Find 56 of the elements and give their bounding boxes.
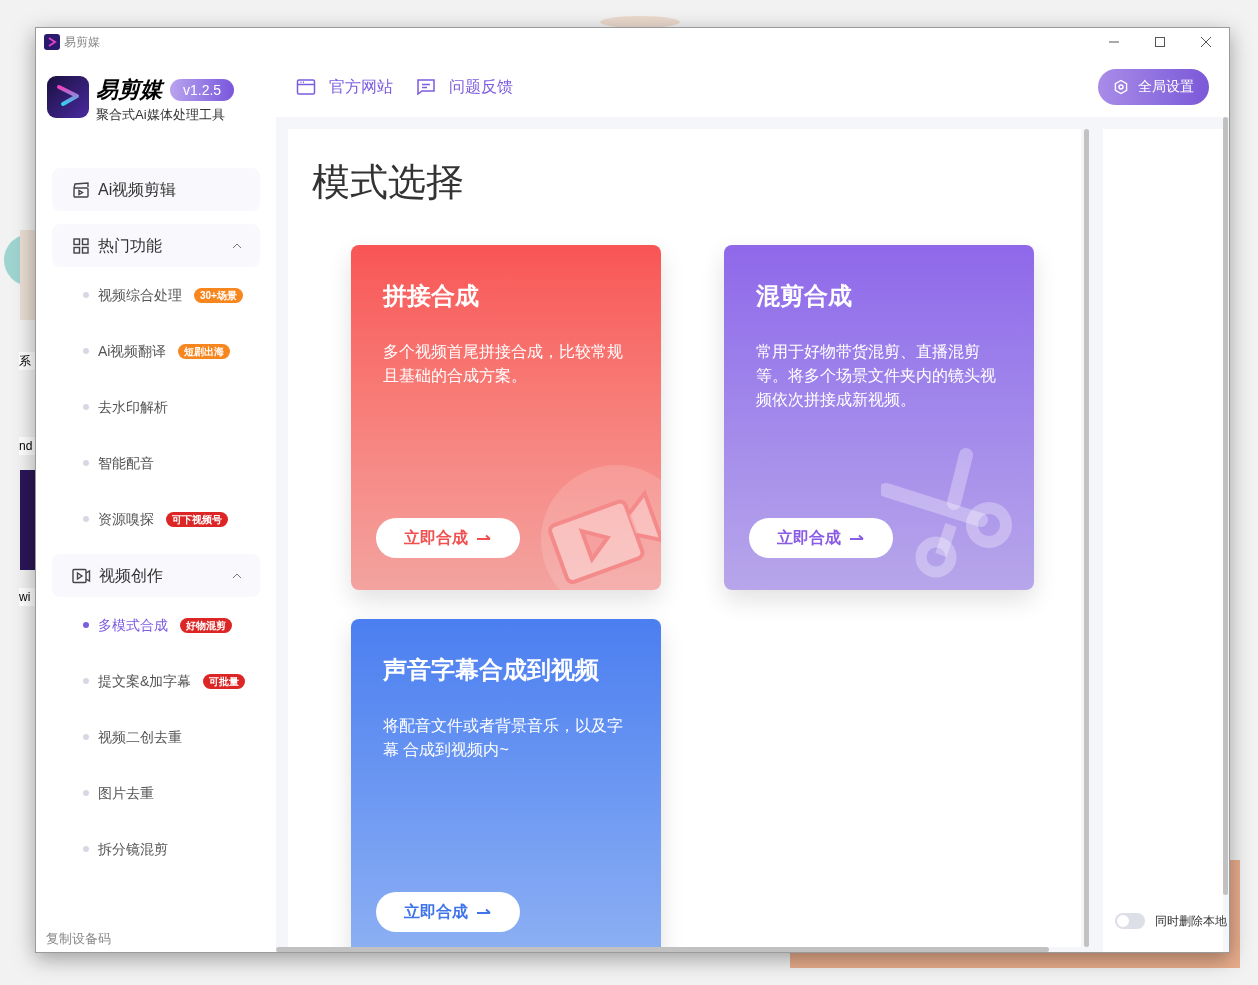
video-icon	[72, 566, 91, 585]
sidebar-subitem[interactable]: 提文案&加字幕	[98, 670, 192, 692]
card-title: 拼接合成	[383, 281, 479, 311]
card-description: 将配音文件或者背景音乐，以及字幕 合成到视频内~	[383, 716, 624, 760]
arrow-right-icon	[476, 908, 492, 916]
global-settings-button[interactable]: 全局设置	[1098, 68, 1209, 105]
sidebar-subitem[interactable]: 拆分镜混剪	[98, 838, 168, 860]
background-text: 系	[19, 352, 35, 370]
close-icon	[1200, 36, 1212, 48]
feature-badge: 短剧出海	[178, 343, 231, 359]
window-title: 易剪媒	[64, 34, 100, 51]
copy-device-code-link[interactable]: 复制设备码	[46, 928, 111, 948]
card-description: 多个视频首尾拼接合成，比较常规且基础的合成方案。	[383, 342, 624, 386]
version-badge: v1.2.5	[170, 79, 235, 101]
card-title: 声音字幕合成到视频	[383, 655, 599, 685]
feature-badge: 可批量	[203, 673, 246, 689]
maximize-icon	[1154, 36, 1166, 48]
arrow-right-icon	[849, 534, 865, 542]
sidebar-subitem[interactable]: 图片去重	[98, 782, 154, 804]
sidebar-subitem[interactable]: 去水印解析	[98, 396, 168, 418]
sidebar-subitem[interactable]: 资源嗅探	[98, 508, 154, 530]
feature-badge: 好物混剪	[180, 617, 232, 633]
card-description: 常用于好物带货混剪、直播混剪等。将多个场景文件夹内的镜头视频依次拼接成新视频。	[756, 342, 997, 410]
sidebar-item[interactable]: 热门功能	[52, 224, 260, 267]
feature-badge: 可下视频号	[166, 511, 228, 527]
mode-card[interactable]: 拼接合成 多个视频首尾拼接合成，比较常规且基础的合成方案。 立即合成	[351, 245, 661, 590]
compose-button[interactable]: 立即合成	[376, 518, 520, 558]
sidebar-subitem[interactable]: 视频二创去重	[98, 726, 182, 748]
sidebar-subitem[interactable]: 智能配音	[98, 452, 154, 474]
compose-button[interactable]: 立即合成	[376, 892, 520, 932]
mode-card[interactable]: 混剪合成 常用于好物带货混剪、直播混剪等。将多个场景文件夹内的镜头视频依次拼接成新视频。 立即合成	[724, 245, 1034, 590]
sidebar-item[interactable]: 视频创作	[52, 554, 260, 597]
arrow-right-icon	[476, 534, 492, 542]
card-title: 混剪合成	[756, 281, 852, 311]
grid-icon	[72, 236, 90, 255]
settings-icon	[1113, 78, 1129, 95]
feature-badge: 30+场景	[194, 287, 243, 303]
app-logo	[47, 76, 89, 118]
compose-button[interactable]: 立即合成	[749, 518, 893, 558]
top-link[interactable]: 问题反馈	[416, 74, 513, 99]
clapperboard-icon	[72, 180, 90, 199]
background-text: wi	[19, 588, 35, 606]
toggle-label: 同时删除本地	[1155, 913, 1227, 930]
sidebar-item[interactable]: Ai视频剪辑	[52, 168, 260, 211]
page-title: 模式选择	[312, 160, 464, 205]
browser-icon	[296, 77, 316, 96]
message-icon	[416, 77, 436, 96]
sidebar-subitem[interactable]: Ai视频翻译	[98, 340, 167, 362]
toggle-switch[interactable]	[1115, 913, 1145, 929]
sidebar-subitem[interactable]: 视频综合处理	[98, 284, 182, 306]
mode-card[interactable]: 声音字幕合成到视频 将配音文件或者背景音乐，以及字幕 合成到视频内~ 立即合成	[351, 619, 661, 947]
background-text: nd	[19, 437, 35, 455]
sidebar-subitem[interactable]: 多模式合成	[98, 614, 168, 636]
brand-tagline: 聚合式Ai媒体处理工具	[96, 106, 226, 124]
app-icon	[44, 34, 60, 50]
top-link[interactable]: 官方网站	[296, 74, 393, 99]
